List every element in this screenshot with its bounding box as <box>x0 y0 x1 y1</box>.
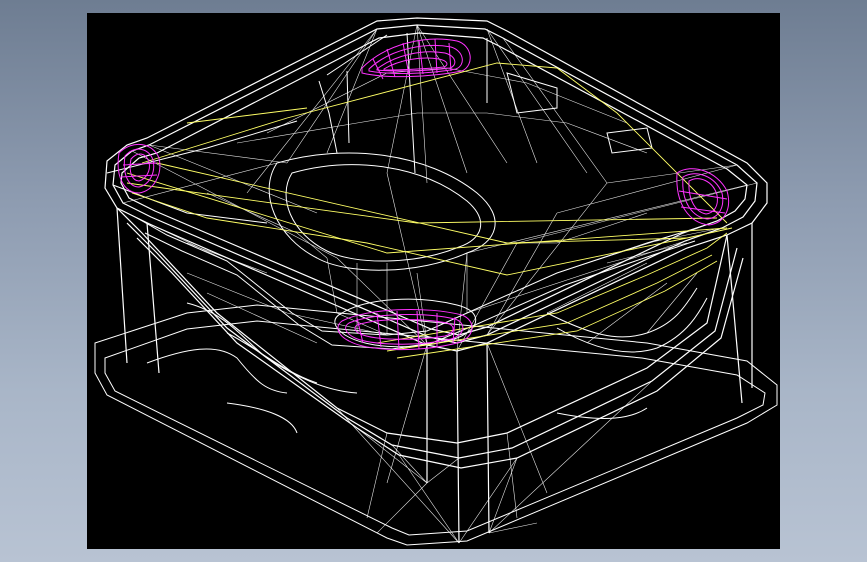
triangle-mesh <box>116 24 758 544</box>
headrest-left <box>117 143 161 194</box>
headrest-front <box>337 308 473 351</box>
wireframe-bathtub-icon <box>94 17 778 546</box>
cad-viewport[interactable] <box>87 13 780 549</box>
headrest-back <box>361 38 471 80</box>
tub-shell <box>104 17 768 544</box>
